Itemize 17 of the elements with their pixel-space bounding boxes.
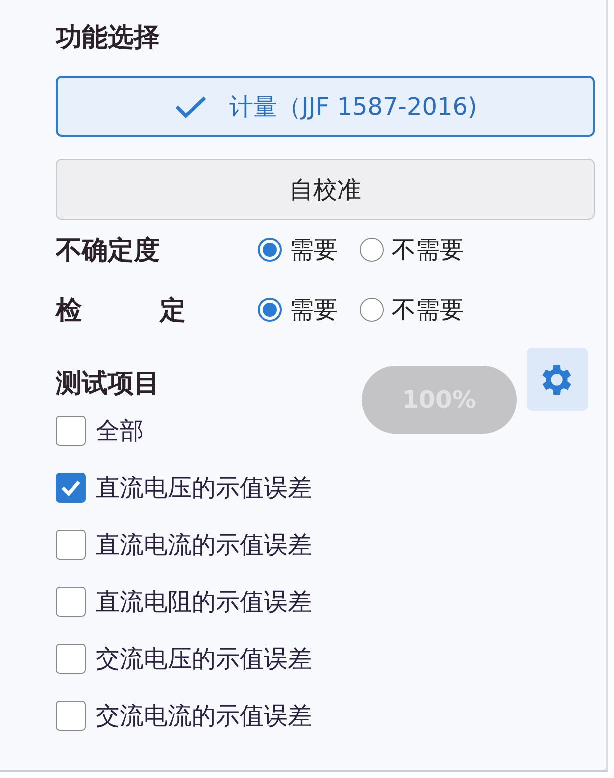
settings-button[interactable] <box>526 348 588 411</box>
checkbox-option[interactable]: 直流电流的示值误差 <box>56 516 588 573</box>
option-label: 检 定 <box>56 294 187 328</box>
radio-option[interactable]: 需要 <box>258 294 338 326</box>
mode-button[interactable]: 自校准 <box>56 159 595 220</box>
section-title: 测试项目 <box>56 368 161 401</box>
option-label: 不确定度 <box>56 234 161 268</box>
checkbox-option[interactable]: 直流电压的示值误差 <box>56 459 588 516</box>
radio-option[interactable]: 不需要 <box>360 294 464 326</box>
check-icon <box>60 478 82 496</box>
radio-option[interactable]: 不需要 <box>360 234 464 266</box>
checkbox-option[interactable]: 交流电压的示值误差 <box>56 630 588 687</box>
mode-button[interactable]: 计量（JJF 1587-2016) <box>56 76 595 137</box>
checkbox-option[interactable]: 交流电流的示值误差 <box>56 687 588 744</box>
radio-option[interactable]: 需要 <box>258 234 338 266</box>
checkbox-option[interactable]: 直流电阻的示值误差 <box>56 573 588 630</box>
section-title: 功能选择 <box>56 22 161 55</box>
